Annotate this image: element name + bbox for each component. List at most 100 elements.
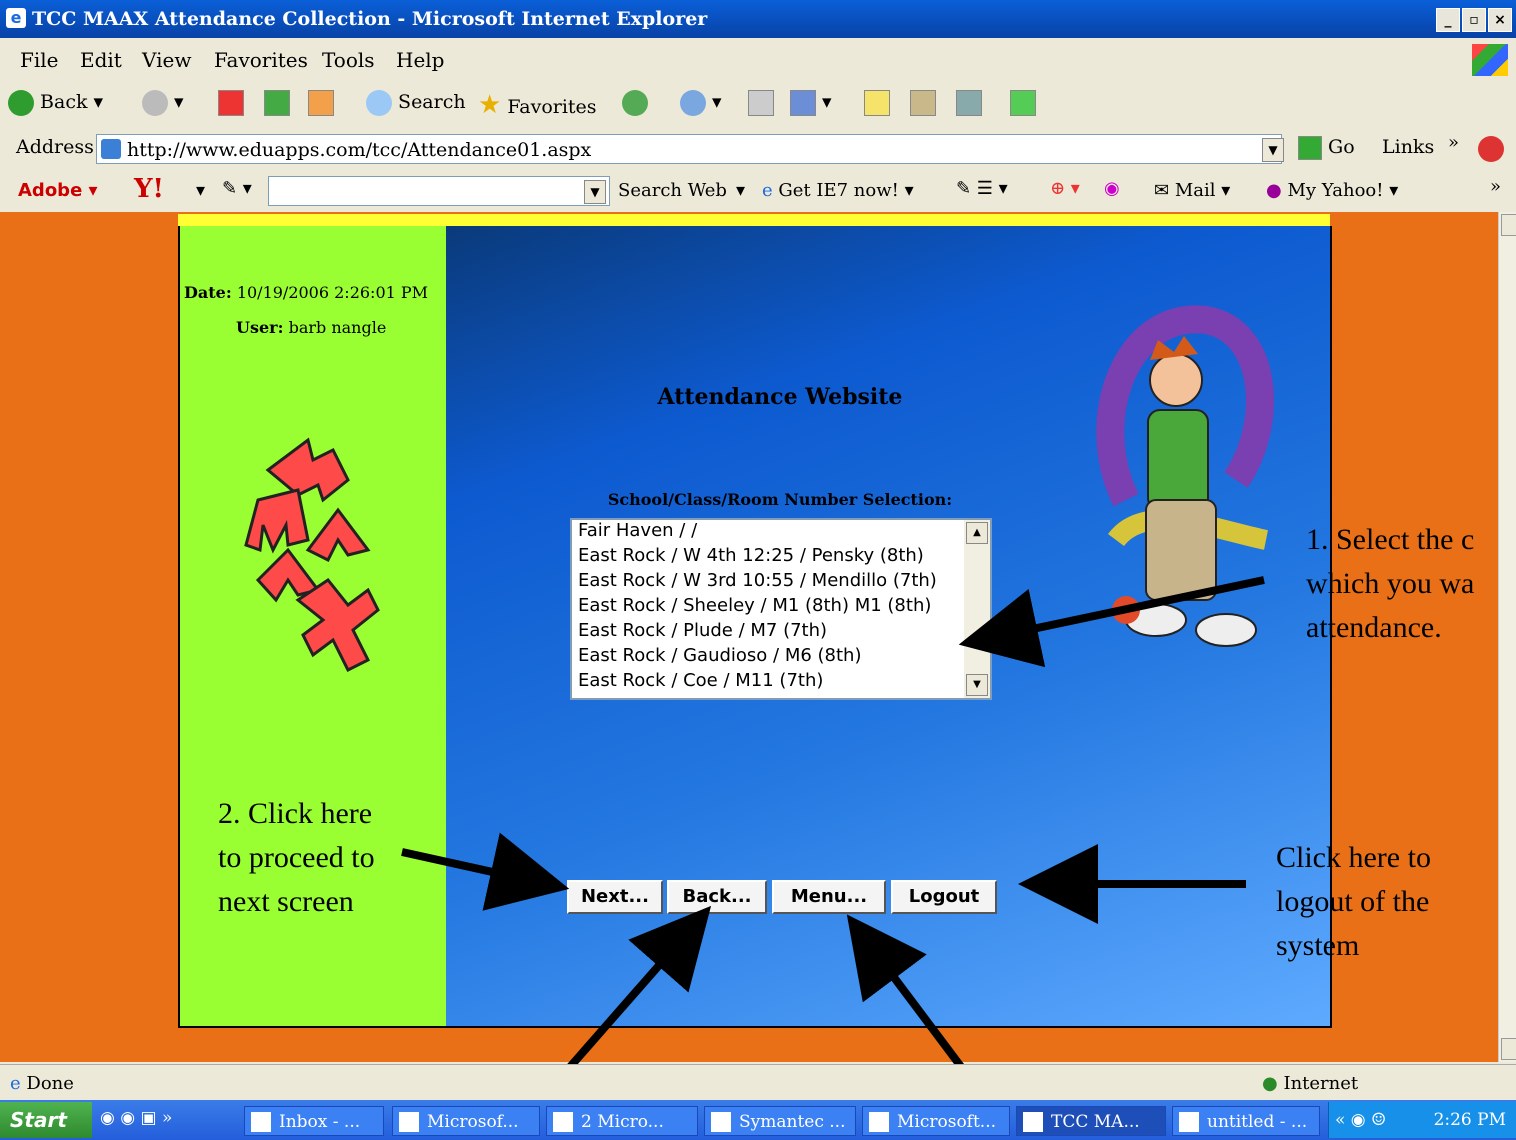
address-input[interactable]: http://www.eduapps.com/tcc/Attendance01.… [96, 134, 1282, 164]
window-title: TCC MAAX Attendance Collection - Microso… [32, 8, 708, 30]
get-ie7-button[interactable]: e Get IE7 now! ▾ [762, 180, 914, 201]
discuss-icon [864, 90, 890, 116]
close-button[interactable]: × [1488, 8, 1512, 32]
list-scrollbar[interactable]: ▲ ▼ [964, 520, 990, 698]
research-button[interactable] [910, 90, 936, 116]
word-icon [399, 1112, 419, 1132]
security-zone: ● Internet [1262, 1073, 1359, 1094]
adobe-button[interactable]: Adobe ▾ [18, 180, 98, 201]
favorites-button[interactable]: ★ Favorites [478, 90, 597, 120]
scroll-up-icon[interactable]: ▲ [966, 522, 988, 544]
logout-button[interactable]: Logout [891, 880, 997, 914]
refresh-button[interactable] [264, 90, 290, 116]
highlight-icon[interactable]: ✎ ☰ ▾ [956, 178, 1008, 199]
stop-button[interactable] [218, 90, 244, 116]
menu-view[interactable]: View [142, 48, 191, 72]
annotation-line: which you wa [1306, 567, 1475, 600]
acrobat-icon[interactable] [1478, 136, 1504, 162]
tray-icons[interactable]: « ◉ ☺ [1335, 1102, 1386, 1138]
task-ie-active[interactable]: TCC MA... [1016, 1106, 1166, 1136]
task-powerpoint[interactable]: Microsoft... [862, 1106, 1010, 1136]
home-button[interactable] [308, 90, 334, 116]
yahoo-logo-icon[interactable]: Y! [134, 174, 164, 204]
menu-button[interactable]: Menu... [772, 880, 886, 914]
paint-icon [1179, 1112, 1199, 1132]
list-item[interactable]: Fair Haven / / [572, 520, 990, 545]
forward-arrow-icon [142, 90, 168, 116]
excel-icon [553, 1112, 573, 1132]
mail-button[interactable]: ▾ [680, 90, 722, 116]
list-item[interactable]: East Rock / Gaudioso / M6 (8th) [572, 645, 990, 670]
pencil-icon[interactable]: ✎ ▾ [222, 178, 252, 199]
page-title: Attendance Website [657, 384, 903, 410]
task-word[interactable]: Microsof... [392, 1106, 540, 1136]
task-untitled[interactable]: untitled - ... [1172, 1106, 1320, 1136]
menu-favorites[interactable]: Favorites [214, 48, 308, 72]
search-web-dropdown-icon[interactable]: ▾ [736, 180, 745, 201]
menu-help[interactable]: Help [396, 48, 444, 72]
messenger-button[interactable] [1010, 90, 1036, 116]
task-symantec[interactable]: Symantec ... [704, 1106, 856, 1136]
address-label: Address [16, 136, 94, 158]
start-button[interactable]: Start [0, 1102, 92, 1138]
annotation-select: 1. Select the c which you wa attendance. [1306, 518, 1516, 650]
list-item[interactable]: East Rock / Sheeley / M1 (8th) M1 (8th) [572, 595, 990, 620]
media-button[interactable] [956, 90, 982, 116]
minimize-button[interactable]: _ [1436, 8, 1460, 32]
annotation-line: 2. Click here [218, 797, 373, 830]
back-page-button[interactable]: Back... [667, 880, 767, 914]
date-line: Date: 10/19/2006 2:26:01 PM [184, 283, 428, 302]
maax-logo [244, 437, 380, 673]
print-button[interactable] [748, 90, 774, 116]
more-chevron-icon[interactable]: » [1490, 176, 1501, 197]
window-title-bar[interactable]: e TCC MAAX Attendance Collection - Micro… [0, 0, 1516, 38]
menu-edit[interactable]: Edit [80, 48, 122, 72]
page-status-icon: e [10, 1073, 21, 1094]
task-excel[interactable]: 2 Micro... [546, 1106, 698, 1136]
media-icon [956, 90, 982, 116]
maximize-button[interactable]: ▫ [1462, 8, 1486, 32]
class-selection-list[interactable]: Fair Haven / / East Rock / W 4th 12:25 /… [570, 518, 992, 700]
messenger-icon [1010, 90, 1036, 116]
yahoo-search-input[interactable] [268, 176, 610, 206]
annotation-line: Click here to [1276, 841, 1431, 874]
list-item[interactable]: East Rock / Coe / M11 (7th) [572, 670, 990, 695]
links-chevron-icon: » [1448, 132, 1460, 153]
next-button[interactable]: Next... [567, 880, 663, 914]
music-icon[interactable]: ◉ [1104, 178, 1120, 199]
edit-button[interactable]: ▾ [790, 90, 832, 116]
yahoo-search-dropdown-icon[interactable]: ▼ [584, 180, 606, 204]
history-button[interactable] [622, 90, 648, 116]
forward-button[interactable]: ▾ [142, 90, 184, 116]
menu-file[interactable]: File [20, 48, 59, 72]
list-item[interactable]: East Rock / Plude / M7 (7th) [572, 620, 990, 645]
back-arrow-icon [8, 90, 34, 116]
home-icon [308, 90, 334, 116]
my-yahoo-button[interactable]: ● My Yahoo! ▾ [1266, 180, 1398, 201]
list-item[interactable]: East Rock / W 4th 12:25 / Pensky (8th) [572, 545, 990, 570]
quick-launch-icon[interactable]: ◉ ◉ ▣ » [100, 1108, 172, 1128]
search-button[interactable]: Search [366, 90, 466, 116]
list-item[interactable]: East Rock / W 3rd 10:55 / Mendillo (7th) [572, 570, 990, 595]
scroll-down-icon[interactable]: ▼ [966, 674, 988, 696]
annotation-line: 1. Select the c [1306, 523, 1475, 556]
user-value: barb nangle [288, 318, 387, 337]
history-icon [622, 90, 648, 116]
star-icon: ★ [478, 90, 502, 120]
search-web-button[interactable]: Search Web [618, 180, 727, 201]
discuss-button[interactable] [864, 90, 890, 116]
menu-tools[interactable]: Tools [322, 48, 375, 72]
target-icon[interactable]: ⊕ ▾ [1050, 178, 1080, 199]
ie-small-icon: e [762, 180, 773, 201]
back-button[interactable]: Back ▾ [8, 90, 103, 116]
address-url: http://www.eduapps.com/tcc/Attendance01.… [127, 139, 592, 161]
task-inbox[interactable]: Inbox - ... [244, 1106, 384, 1136]
yahoo-dropdown-icon[interactable]: ▾ [196, 180, 205, 201]
address-dropdown-icon[interactable]: ▼ [1262, 138, 1284, 162]
edit-icon [790, 90, 816, 116]
annotation-line: to proceed to [218, 841, 375, 874]
mail-yahoo-button[interactable]: ✉ Mail ▾ [1154, 180, 1230, 201]
links-button[interactable]: Links [1382, 136, 1434, 158]
go-button[interactable]: Go [1298, 136, 1355, 160]
status-bar: e Done ● Internet [0, 1064, 1516, 1101]
